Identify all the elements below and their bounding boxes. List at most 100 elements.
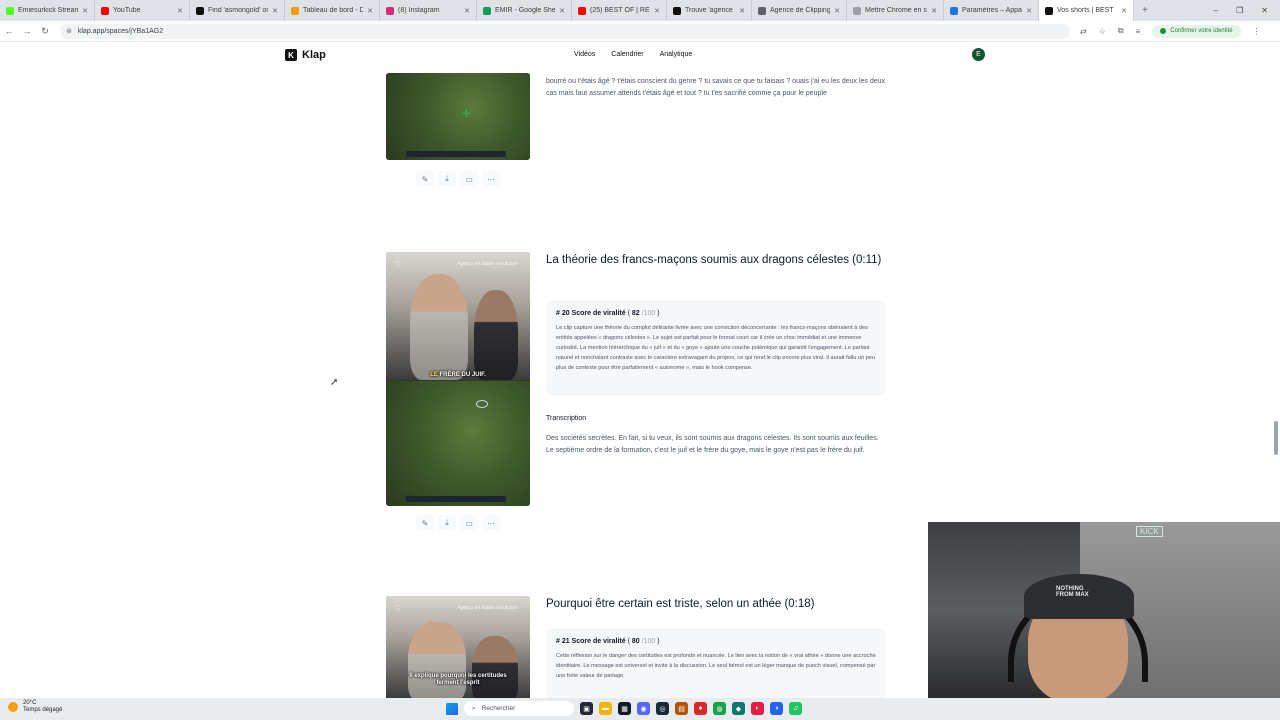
nav-videos[interactable]: Vidéos: [574, 51, 595, 58]
tab-close-icon[interactable]: ✕: [1026, 7, 1032, 15]
top-navigation: Vidéos Calendrier Analytique: [574, 51, 692, 58]
browser-tab[interactable]: Vos shorts | BEST ✕: [1039, 0, 1134, 21]
discord-icon[interactable]: ◉: [637, 702, 650, 715]
calculator-icon[interactable]: ▦: [618, 702, 631, 715]
nav-calendar[interactable]: Calendrier: [611, 51, 643, 58]
maximize-button[interactable]: ❐: [1236, 6, 1243, 15]
logo-text: Klap: [302, 49, 326, 61]
taskbar-search[interactable]: ⌕ Rechercher: [464, 701, 574, 716]
windows-start-icon[interactable]: [446, 702, 458, 715]
browser-tab[interactable]: YouTube ✕: [95, 0, 190, 21]
search-placeholder: Rechercher: [481, 705, 516, 712]
tab-title: YouTube: [113, 7, 141, 14]
file-explorer-icon[interactable]: ▬: [599, 702, 612, 715]
virality-score-value: 80: [631, 638, 640, 645]
browser-tab[interactable]: Agence de Clipping Ti✕: [752, 0, 847, 21]
reload-icon[interactable]: ↻: [36, 26, 54, 37]
extensions-icon[interactable]: ⧉: [1118, 26, 1124, 36]
tab-favicon-icon: [758, 6, 766, 15]
notes-app-icon[interactable]: ▤: [675, 702, 688, 715]
cursor-marker-icon: ✛: [462, 109, 471, 120]
bookmark-star-icon[interactable]: ☆: [1099, 27, 1106, 36]
mouse-cursor-icon: ➚: [330, 377, 339, 388]
tab-close-icon[interactable]: ✕: [931, 7, 937, 15]
clip-thumbnail-21[interactable]: Aperçu en basse résolution ♡ Il explique…: [386, 596, 530, 698]
task-view-icon[interactable]: ▣: [580, 702, 593, 715]
tab-close-icon[interactable]: ✕: [739, 7, 745, 15]
clip-thumbnail-prev[interactable]: ✛: [386, 73, 530, 160]
browser-tab[interactable]: EMIR - Google Sheets✕: [477, 0, 572, 21]
tab-favicon-icon: [101, 6, 109, 15]
tab-title: (25) BEST OF | REDIFF: [590, 7, 650, 14]
temperature: 20°C: [23, 700, 37, 706]
browser-tab[interactable]: Mettre Chrome en sor ✕: [847, 0, 944, 21]
caption-text: FRÈRE DU JUIF.: [437, 372, 486, 378]
browser-tab[interactable]: Emiesurkick Stream - W✕: [0, 0, 95, 21]
tab-close-icon[interactable]: ✕: [654, 7, 660, 15]
edit-icon[interactable]: ✎: [416, 515, 434, 531]
browser-tab[interactable]: Paramètres – Appare ✕: [944, 0, 1039, 21]
translate-icon[interactable]: ⇄: [1080, 27, 1087, 36]
tab-title: Tableau de bord - Dor: [303, 7, 363, 14]
game-launcher-icon[interactable]: ◆: [732, 702, 745, 715]
virality-explanation: Cette réflexion sur le danger des certit…: [556, 653, 876, 679]
tab-favicon-icon: [386, 6, 394, 15]
tab-close-icon[interactable]: ✕: [82, 7, 88, 15]
klap-logo[interactable]: K Klap: [285, 49, 326, 61]
schedule-icon[interactable]: ▭: [460, 171, 478, 187]
user-avatar[interactable]: E: [972, 48, 985, 61]
spotify-icon[interactable]: ♫: [789, 702, 802, 715]
url-text: klap.app/spaces/jYBa1AG2: [77, 27, 164, 35]
download-icon[interactable]: ⤓: [438, 171, 456, 187]
nav-analytics[interactable]: Analytique: [660, 51, 693, 58]
tab-close-icon[interactable]: ✕: [834, 7, 840, 15]
favorite-icon[interactable]: ♡: [394, 604, 401, 613]
confirm-identity-button[interactable]: Confirmer votre identité: [1152, 24, 1241, 38]
clip-thumbnail-20[interactable]: Aperçu en basse résolution ♡ LE FRÈRE DU…: [386, 252, 530, 506]
tab-close-icon[interactable]: ✕: [1121, 7, 1127, 15]
download-icon[interactable]: ⤓: [438, 515, 456, 531]
browser-tab[interactable]: (25) BEST OF | REDIFF ✕: [572, 0, 667, 21]
tab-close-icon[interactable]: ✕: [367, 7, 373, 15]
tab-favicon-icon: [950, 6, 958, 15]
url-input[interactable]: ⊜ klap.app/spaces/jYBa1AG2: [60, 23, 1070, 39]
browser-tab[interactable]: Tableau de bord - Dor ✕: [285, 0, 380, 21]
tab-favicon-icon: [6, 6, 14, 15]
profile-dot-icon: [1160, 28, 1167, 34]
chrome-icon[interactable]: ◍: [713, 702, 726, 715]
favorite-icon[interactable]: ♡: [394, 260, 401, 269]
media-control-icon[interactable]: ≡: [1136, 27, 1141, 36]
browser-tab[interactable]: Trouve 'agence clippi ✕: [667, 0, 752, 21]
schedule-icon[interactable]: ▭: [460, 515, 478, 531]
tab-close-icon[interactable]: ✕: [559, 7, 565, 15]
tab-favicon-icon: [578, 6, 586, 15]
app-red-icon[interactable]: ◐: [751, 702, 764, 715]
edit-icon[interactable]: ✎: [416, 171, 434, 187]
browser-menu-icon[interactable]: ⋮: [1253, 27, 1261, 36]
site-info-icon[interactable]: ⊜: [66, 27, 72, 35]
kick-sign: KICK: [1136, 526, 1163, 537]
chrome-profile-icon[interactable]: ◑: [770, 702, 783, 715]
quality-badge: Aperçu en basse résolution: [457, 261, 518, 267]
weather-widget[interactable]: 20°C Temps dégagé: [8, 700, 62, 714]
recorder-icon[interactable]: ●: [694, 702, 707, 715]
virality-score-label: # 20 Score de viralité: [556, 310, 626, 317]
close-window-button[interactable]: ✕: [1261, 6, 1268, 15]
browser-tab[interactable]: (8) Instagram ✕: [380, 0, 477, 21]
tab-close-icon[interactable]: ✕: [464, 7, 470, 15]
steam-icon[interactable]: ◎: [656, 702, 669, 715]
back-icon[interactable]: ←: [0, 26, 18, 36]
tab-close-icon[interactable]: ✕: [272, 7, 278, 15]
minimize-button[interactable]: –: [1214, 6, 1218, 15]
clip-title-20: La théorie des francs-maçons soumis aux …: [546, 254, 882, 266]
more-icon[interactable]: ⋯: [482, 171, 500, 187]
browser-tab[interactable]: Find 'asmongold' on T ✕: [190, 0, 285, 21]
search-icon: ⌕: [472, 704, 476, 712]
more-icon[interactable]: ⋯: [482, 515, 500, 531]
page-scrollbar[interactable]: [1274, 421, 1278, 455]
new-tab-button[interactable]: +: [1134, 5, 1156, 16]
virality-score-max: /100: [641, 310, 656, 317]
taskbar-apps: ⌕ Rechercher ▣ ▬ ▦ ◉ ◎ ▤ ● ◍ ◆ ◐ ◑ ♫: [446, 701, 802, 716]
forward-icon[interactable]: →: [18, 26, 36, 36]
tab-close-icon[interactable]: ✕: [177, 7, 183, 15]
